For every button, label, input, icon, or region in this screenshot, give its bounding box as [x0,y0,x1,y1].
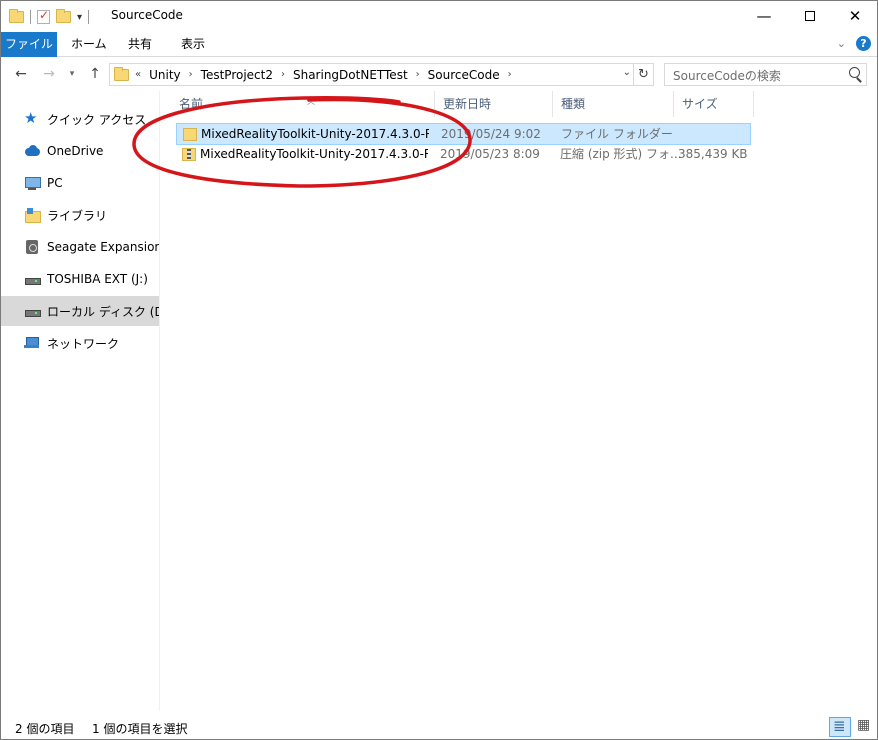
onedrive-cloud-icon [24,143,40,159]
close-button[interactable]: ✕ [832,1,878,31]
navigation-pane: クイック アクセス OneDrive PC ライブラリ Seagate Expa… [1,91,160,711]
selection-count: 1 個の項目を選択 [92,722,188,736]
column-header-size[interactable]: サイズ [674,91,754,117]
sidebar-item-network[interactable]: ネットワーク [1,328,159,358]
details-view-button[interactable] [829,717,851,737]
sidebar-item-label: TOSHIBA EXT (J:) [47,272,148,286]
file-row[interactable]: MixedRealityToolkit-Unity-2017.4.3.0-Ref… [176,144,751,166]
drive-icon [24,271,41,287]
item-count: 2 個の項目 [15,722,75,736]
chevron-right-icon[interactable]: › [189,69,193,80]
file-name: MixedRealityToolkit-Unity-2017.4.3.0-Ref… [201,127,429,141]
sidebar-item-label: PC [47,176,63,190]
large-icons-view-button[interactable] [854,717,874,737]
folder-icon [9,9,24,23]
search-icon[interactable] [849,67,860,78]
column-header-type[interactable]: 種類 [553,91,674,117]
sidebar-item-label: クイック アクセス [47,112,147,127]
forward-button[interactable]: → [39,64,59,84]
expand-ribbon-chevron-icon[interactable]: ⌄ [837,37,846,50]
explorer-window: ▾ SourceCode — ✕ ファイル ホーム 共有 表示 ⌄ ? ← → … [0,0,878,740]
file-date: 2019/05/24 9:02 [441,127,541,141]
sidebar-item-label: OneDrive [47,144,104,158]
status-bar: 2 個の項目 1 個の項目を選択 [1,716,877,739]
column-header-label: 名前 [179,97,204,111]
up-button[interactable]: ↑ [85,64,105,84]
library-icon [24,207,41,223]
breadcrumb-sharingdotnettest[interactable]: SharingDotNETTest [293,68,408,82]
seagate-drive-icon [24,239,40,255]
sidebar-item-local-disk-d[interactable]: ローカル ディスク (D:) [1,296,160,326]
tab-share[interactable]: 共有 [118,32,162,57]
navigation-bar: ← → ▾ ↑ « Unity › TestProject2 › Sharing… [1,58,877,91]
file-size: 385,439 KB [678,147,748,161]
sidebar-item-label: Seagate Expansion Dr [47,240,160,254]
ribbon-controls: ⌄ ? [837,36,871,51]
customize-toolbar-dropdown-icon[interactable]: ▾ [77,12,82,23]
sort-ascending-icon: ︿ [307,97,315,106]
maximize-button[interactable] [787,1,833,31]
help-icon[interactable]: ? [856,36,871,51]
sidebar-item-label: ネットワーク [47,336,120,351]
tab-file[interactable]: ファイル [1,32,57,57]
breadcrumb-testproject2[interactable]: TestProject2 [201,68,273,82]
file-type: 圧縮 (zip 形式) フォ... [560,147,682,161]
pc-icon [24,175,41,191]
overflow-crumbs[interactable]: « [135,69,141,80]
file-date: 2019/05/23 8:09 [440,147,540,161]
tab-view[interactable]: 表示 [171,32,215,57]
sidebar-item-label: ローカル ディスク (D:) [47,304,160,319]
breadcrumb-sourcecode[interactable]: SourceCode [428,68,500,82]
properties-icon[interactable] [37,8,50,24]
quick-access-star-icon [24,109,40,127]
refresh-icon[interactable]: ↻ [633,64,653,85]
title-bar: ▾ SourceCode — ✕ [1,1,877,32]
zip-icon [182,148,196,161]
tab-home[interactable]: ホーム [61,32,117,57]
sidebar-item-pc[interactable]: PC [1,168,159,198]
search-placeholder: SourceCodeの検索 [673,69,781,83]
quick-access-toolbar: ▾ [9,7,90,27]
chevron-right-icon[interactable]: › [416,69,420,80]
window-title: SourceCode [111,8,183,22]
file-type: ファイル フォルダー [561,127,673,141]
new-folder-icon[interactable] [56,9,71,23]
chevron-right-icon[interactable]: › [508,69,512,80]
toolbar-separator [30,10,31,24]
search-input[interactable]: SourceCodeの検索 [664,63,867,86]
file-row[interactable]: MixedRealityToolkit-Unity-2017.4.3.0-Ref… [176,123,751,145]
column-header-date[interactable]: 更新日時 [435,91,553,117]
folder-icon [183,128,197,141]
network-icon [24,335,40,351]
sidebar-item-quick-access[interactable]: クイック アクセス [1,104,159,134]
minimize-button[interactable]: — [741,1,787,31]
drive-icon [24,303,41,319]
file-list: ︿ 名前 更新日時 種類 サイズ MixedRealityToolkit-Uni… [161,91,877,711]
recent-locations-dropdown[interactable]: ▾ [65,64,79,84]
address-bar[interactable]: « Unity › TestProject2 › SharingDotNETTe… [109,63,654,86]
ribbon-tabs: ファイル ホーム 共有 表示 ⌄ ? [1,32,877,57]
sidebar-item-onedrive[interactable]: OneDrive [1,136,159,166]
back-button[interactable]: ← [11,64,31,84]
sidebar-item-library[interactable]: ライブラリ [1,200,159,230]
breadcrumb-unity[interactable]: Unity [149,68,181,82]
maximize-icon [805,11,815,21]
sidebar-item-seagate[interactable]: Seagate Expansion Dr [1,232,160,262]
folder-icon [114,66,129,81]
address-history-dropdown-icon[interactable]: ⌄ [623,67,631,78]
column-header-name[interactable]: ︿ 名前 [171,91,435,117]
sidebar-item-label: ライブラリ [47,208,108,223]
toolbar-separator [88,10,90,24]
chevron-right-icon[interactable]: › [281,69,285,80]
file-name: MixedRealityToolkit-Unity-2017.4.3.0-Ref… [200,147,428,161]
sidebar-item-toshiba[interactable]: TOSHIBA EXT (J:) [1,264,159,294]
